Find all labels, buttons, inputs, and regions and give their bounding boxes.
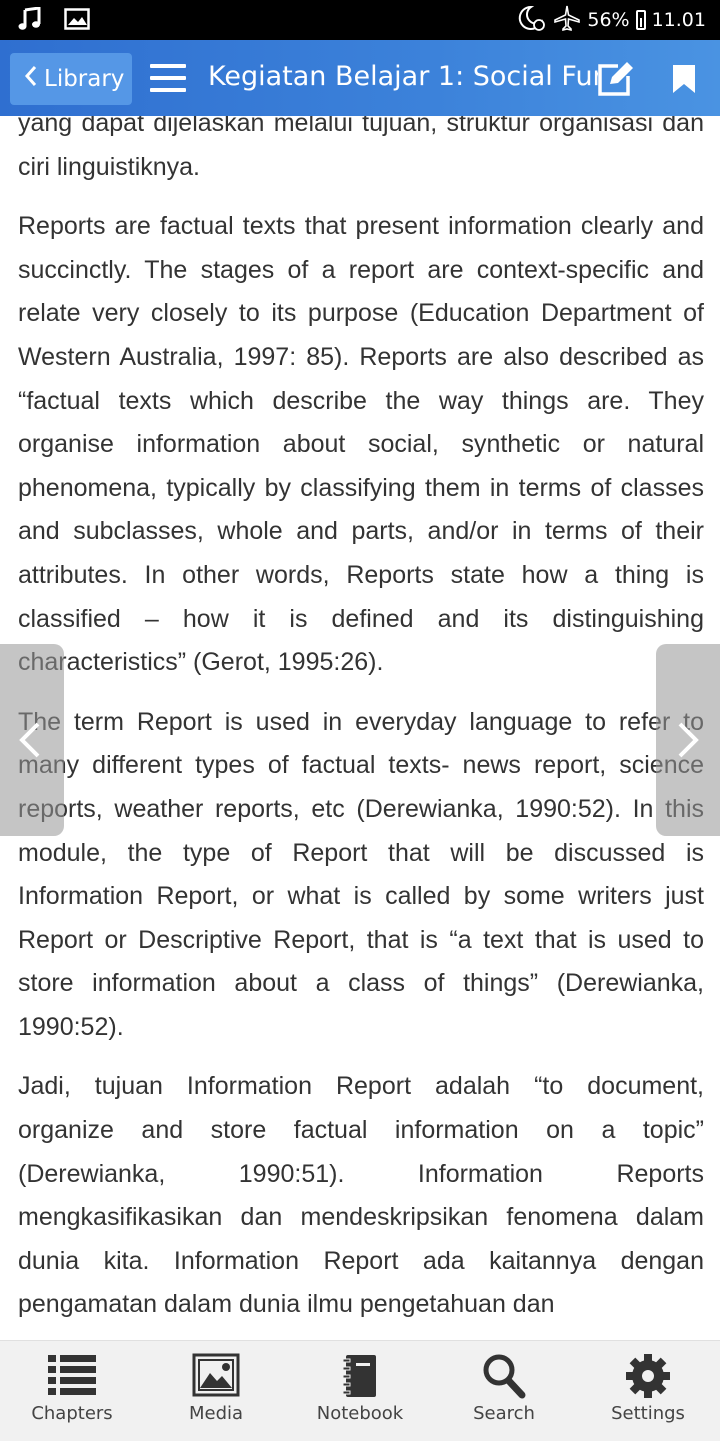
page-title: Kegiatan Belajar 1: Social Funct xyxy=(208,61,598,92)
gear-icon xyxy=(626,1354,670,1398)
next-page-button[interactable] xyxy=(656,644,720,836)
nav-notebook[interactable]: Notebook xyxy=(288,1341,432,1441)
search-icon xyxy=(483,1354,526,1399)
nav-media[interactable]: Media xyxy=(144,1341,288,1441)
clock: 11.01 xyxy=(651,9,706,31)
bookmark-icon[interactable] xyxy=(672,64,696,94)
nav-settings[interactable]: Settings xyxy=(576,1341,720,1441)
nav-notebook-label: Notebook xyxy=(316,1403,404,1424)
list-icon xyxy=(48,1355,96,1395)
chevron-left-icon xyxy=(19,722,40,758)
nav-chapters-label: Chapters xyxy=(31,1403,113,1424)
nav-search-label: Search xyxy=(473,1403,535,1424)
paragraph: Jadi, tujuan Information Report adalah “… xyxy=(18,1072,704,1319)
chevron-right-icon xyxy=(678,722,699,758)
notebook-icon xyxy=(342,1355,376,1397)
book-text: yang dapat dijelaskan melalui tujuan, st… xyxy=(18,116,704,1340)
reading-pane[interactable]: yang dapat dijelaskan melalui tujuan, st… xyxy=(0,116,720,1340)
battery-percent: 56% xyxy=(587,9,630,31)
library-back-button[interactable]: Library xyxy=(10,53,132,105)
paragraph: yang dapat dijelaskan melalui tujuan, st… xyxy=(18,116,704,181)
back-label: Library xyxy=(44,66,125,92)
hamburger-menu-icon[interactable] xyxy=(150,64,186,92)
image-icon xyxy=(64,8,90,34)
app-header: Library Kegiatan Belajar 1: Social Funct xyxy=(0,40,720,116)
edit-note-icon[interactable] xyxy=(596,60,634,98)
chevron-left-icon xyxy=(24,64,38,94)
paragraph: Reports are factual texts that present i… xyxy=(18,212,704,677)
battery-icon xyxy=(635,10,646,30)
moon-alarm-icon xyxy=(517,4,547,37)
nav-settings-label: Settings xyxy=(611,1403,685,1424)
nav-chapters[interactable]: Chapters xyxy=(0,1341,144,1441)
paragraph: The term Report is used in everyday lang… xyxy=(18,707,704,1041)
nav-media-label: Media xyxy=(188,1403,244,1424)
music-note-icon xyxy=(18,6,42,35)
nav-search[interactable]: Search xyxy=(432,1341,576,1441)
image-icon xyxy=(192,1353,240,1397)
previous-page-button[interactable] xyxy=(0,644,64,836)
airplane-icon xyxy=(553,4,581,37)
status-bar: 56% 11.01 xyxy=(0,0,720,40)
bottom-nav: Chapters Media Notebook Search Settings xyxy=(0,1340,720,1441)
